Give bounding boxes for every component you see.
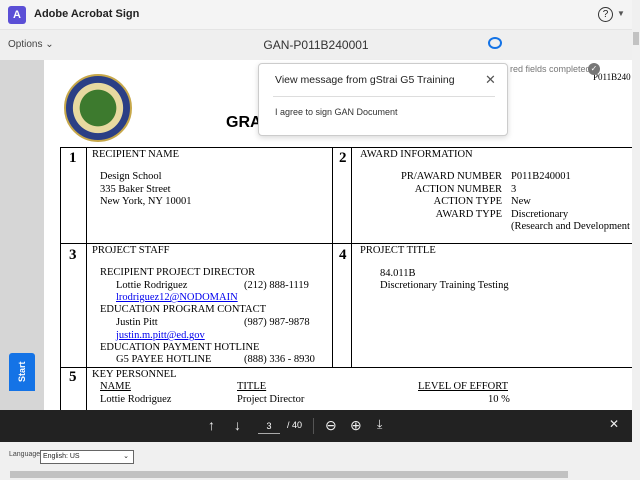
document-title-heading: GRA	[226, 114, 262, 131]
award-value: 3	[511, 184, 517, 195]
award-value: P011B240001	[511, 171, 571, 182]
section-heading: AWARD INFORMATION	[360, 149, 473, 160]
acrobat-logo-icon: A	[8, 6, 26, 24]
vertical-scrollbar-thumb[interactable]	[633, 32, 639, 45]
page-navigation-bar: ↑ ↓ / 40 ⊖ ⊕ ⤓ ✕	[0, 410, 632, 442]
award-label: PR/AWARD NUMBER	[401, 171, 502, 182]
required-fields-status: red fields completed	[510, 64, 591, 74]
section-number: 2	[339, 150, 347, 166]
language-select[interactable]: English: US ⌄	[40, 450, 134, 464]
divider	[313, 418, 314, 434]
app-title: Adobe Acrobat Sign	[34, 8, 140, 20]
zoom-out-icon[interactable]: ⊖	[325, 417, 337, 434]
message-icon[interactable]	[488, 37, 502, 49]
award-label: AWARD TYPE	[435, 209, 502, 220]
language-value: English: US	[43, 453, 80, 460]
section-heading: PROJECT STAFF	[92, 245, 170, 256]
project-title: Discretionary Training Testing	[380, 280, 509, 291]
app-header: A Adobe Acrobat Sign ? ▼	[0, 0, 632, 30]
staff-phone: (212) 888-1119	[244, 280, 309, 291]
personnel-name: Lottie Rodriguez	[100, 394, 172, 405]
popover-title: View message from gStrai G5 Training	[275, 74, 455, 86]
document-title: GAN-P011B240001	[263, 38, 369, 52]
award-label: ACTION NUMBER	[414, 184, 502, 195]
document-toolbar: Options ⌄ GAN-P011B240001	[0, 30, 632, 60]
staff-phone: (888) 336 - 8930	[244, 354, 315, 365]
section-number: 5	[69, 369, 77, 385]
page-total: / 40	[287, 420, 303, 430]
award-value: New	[511, 196, 531, 207]
section-number: 3	[69, 247, 77, 263]
column-header: TITLE	[237, 381, 267, 392]
download-icon[interactable]: ⤓	[377, 417, 382, 432]
recipient-city: New York, NY 10001	[100, 196, 192, 207]
section-heading: PROJECT TITLE	[360, 245, 436, 256]
recipient-name: Design School	[100, 171, 162, 182]
check-icon: ✓	[588, 63, 600, 75]
section-number: 1	[69, 150, 77, 166]
award-label: ACTION TYPE	[433, 196, 502, 207]
vertical-scrollbar[interactable]	[632, 0, 640, 480]
staff-heading: EDUCATION PROGRAM CONTACT	[100, 304, 267, 315]
department-of-education-seal	[64, 74, 132, 142]
personnel-effort: 10 %	[488, 394, 510, 405]
director-email-link[interactable]: lrodriguez12@NODOMAIN	[116, 292, 238, 304]
contact-email-link[interactable]: justin.m.pitt@ed.gov	[116, 330, 205, 342]
column-header: NAME	[100, 381, 131, 392]
popover-message: I agree to sign GAN Document	[275, 107, 398, 117]
award-value: (Research and Development	[511, 221, 630, 232]
page-number-input[interactable]	[258, 418, 280, 434]
start-button[interactable]: Start	[9, 353, 35, 391]
zoom-in-icon[interactable]: ⊕	[350, 417, 362, 434]
close-icon[interactable]: ✕	[485, 72, 496, 88]
staff-heading: RECIPIENT PROJECT DIRECTOR	[100, 267, 256, 278]
staff-phone: (987) 987-9878	[244, 317, 310, 328]
language-label: Language	[9, 451, 41, 458]
section-heading: RECIPIENT NAME	[92, 149, 180, 160]
message-popover: View message from gStrai G5 Training ✕ I…	[258, 63, 508, 136]
staff-name: Lottie Rodriguez	[116, 280, 188, 291]
staff-name: Justin Pitt	[116, 317, 158, 328]
divider	[273, 96, 495, 97]
award-value: Discretionary	[511, 209, 569, 220]
recipient-street: 335 Baker Street	[100, 184, 171, 195]
chevron-down-icon: ⌄	[123, 453, 129, 460]
help-icon[interactable]: ?	[598, 7, 613, 22]
arrow-up-icon[interactable]: ↑	[208, 417, 215, 433]
staff-name: G5 PAYEE HOTLINE	[116, 354, 212, 365]
close-icon[interactable]: ✕	[609, 417, 619, 431]
staff-heading: EDUCATION PAYMENT HOTLINE	[100, 342, 260, 353]
section-heading: KEY PERSONNEL	[92, 369, 177, 380]
column-header: LEVEL OF EFFORT	[418, 381, 508, 392]
horizontal-scrollbar-thumb[interactable]	[10, 471, 568, 478]
arrow-down-icon[interactable]: ↓	[234, 417, 241, 433]
section-number: 4	[339, 247, 347, 263]
chevron-down-icon[interactable]: ▼	[617, 9, 625, 18]
personnel-title: Project Director	[237, 394, 305, 405]
project-code: 84.011B	[380, 268, 416, 279]
